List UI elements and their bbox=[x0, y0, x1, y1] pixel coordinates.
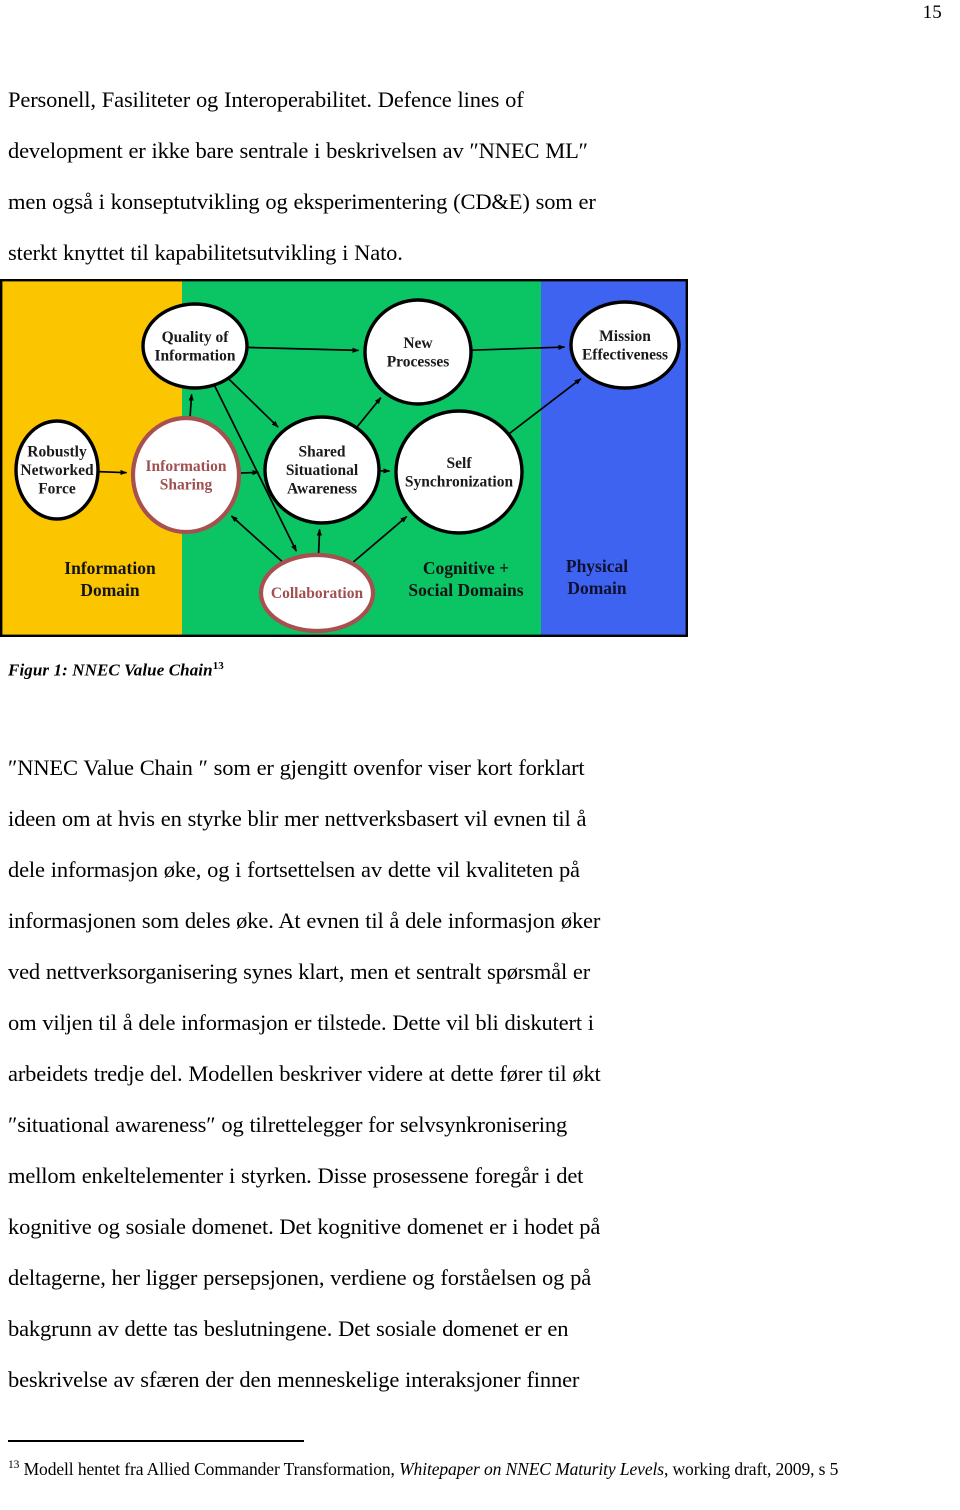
domain-label-line: Physical bbox=[566, 556, 628, 576]
paragraph-line: ″NNEC Value Chain ″ som er gjengitt oven… bbox=[8, 755, 585, 780]
paragraph-line: deltagerne, her ligger persepsjonen, ver… bbox=[8, 1265, 592, 1290]
paragraph-line: arbeidets tredje del. Modellen beskriver… bbox=[8, 1061, 601, 1086]
figure-caption: Figur 1: NNEC Value Chain13 bbox=[8, 660, 224, 681]
node-label-line: Self bbox=[447, 455, 473, 472]
node-label-line: Networked bbox=[20, 462, 94, 479]
top-paragraph: Personell, Fasiliteter og Interoperabili… bbox=[8, 74, 748, 278]
body-paragraph: ″NNEC Value Chain ″ som er gjengitt oven… bbox=[8, 742, 748, 1405]
node-information-sharing[interactable]: InformationSharing bbox=[130, 415, 242, 535]
paragraph-line: ″situational awareness″ og tilrettelegge… bbox=[8, 1112, 568, 1137]
node-ellipse bbox=[130, 415, 242, 535]
paragraph-line: sterkt knyttet til kapabilitetsutvikling… bbox=[8, 240, 403, 265]
footnote-separator bbox=[8, 1440, 304, 1442]
nnec-value-chain-figure: Information Domain Cognitive + Social Domai… bbox=[0, 279, 688, 637]
edge-collaboration-to-shared-situational-awareness bbox=[316, 528, 322, 556]
document-page: 15 Personell, Fasiliteter og Interoperab… bbox=[0, 0, 960, 1510]
edge-robustly-networked-force-to-information-sharing bbox=[97, 469, 128, 476]
paragraph-line: ideen om at hvis en styrke blir mer nett… bbox=[8, 806, 587, 831]
edge-information-sharing-to-shared-situational-awareness bbox=[238, 469, 260, 476]
domain-label-line: Cognitive + bbox=[423, 558, 509, 578]
paragraph-line: ved nettverksorganisering synes klart, m… bbox=[8, 959, 591, 984]
paragraph-line: development er ikke bare sentrale i besk… bbox=[8, 138, 588, 163]
node-label-line: Synchronization bbox=[405, 473, 514, 490]
figure-caption-footnote-marker: 13 bbox=[212, 660, 224, 672]
footnote-marker: 13 bbox=[8, 1459, 20, 1471]
paragraph-line: Personell, Fasiliteter og Interoperabili… bbox=[8, 87, 524, 112]
node-label-line: Mission bbox=[599, 328, 651, 345]
node-collaboration[interactable]: Collaboration bbox=[258, 552, 376, 634]
node-quality-of-information[interactable]: Quality ofInformation bbox=[141, 302, 249, 390]
node-label-line: Shared bbox=[298, 444, 345, 461]
node-label-line: Quality of bbox=[162, 329, 230, 346]
footnote-text-before: Modell hentet fra Allied Commander Trans… bbox=[19, 1458, 400, 1479]
domain-label-line: Domain bbox=[80, 580, 140, 600]
node-robustly-networked-force[interactable]: RobustlyNetworked Force bbox=[14, 419, 100, 521]
paragraph-line: men også i konseptutvikling og eksperime… bbox=[8, 189, 596, 214]
node-label-line: Collaboration bbox=[271, 585, 364, 602]
paragraph-line: kognitive og sosiale domenet. Det kognit… bbox=[8, 1214, 601, 1239]
paragraph-line: informasjonen som deles øke. At evnen ti… bbox=[8, 908, 601, 933]
node-mission-effectiveness[interactable]: MissionEffectiveness bbox=[569, 300, 681, 390]
node-ellipse bbox=[363, 298, 473, 406]
node-label-line: Information bbox=[146, 458, 227, 475]
node-label-line: Robustly bbox=[27, 444, 87, 461]
footnote-italic-title: Whitepaper on NNEC Maturity Levels bbox=[399, 1458, 664, 1479]
node-label-line: Information bbox=[155, 347, 236, 364]
figure-caption-label: Figur 1: bbox=[8, 660, 68, 680]
footnote-text-after: , working draft, 2009, s 5 bbox=[663, 1458, 839, 1479]
paragraph-line: om viljen til å dele informasjon er tils… bbox=[8, 1010, 594, 1035]
nnec-value-chain-diagram: InformationDomainCognitive +Social Domai… bbox=[0, 279, 688, 637]
node-ellipse bbox=[141, 302, 249, 390]
node-label-line: Force bbox=[38, 481, 76, 498]
node-ellipse bbox=[394, 409, 524, 535]
footnote: 13 Modell hentet fra Allied Commander Tr… bbox=[8, 1452, 948, 1482]
figure-caption-title: NNEC Value Chain bbox=[72, 660, 213, 680]
node-label-line: Processes bbox=[387, 353, 450, 370]
node-label-line: Awareness bbox=[287, 481, 357, 498]
paragraph-line: bakgrunn av dette tas beslutningene. Det… bbox=[8, 1316, 569, 1341]
paragraph-line: dele informasjon øke, og i fortsettelsen… bbox=[8, 857, 580, 882]
domain-label-line: Domain bbox=[567, 578, 627, 598]
page-number: 15 bbox=[922, 2, 942, 23]
node-label-line: Sharing bbox=[160, 476, 213, 493]
paragraph-line: beskrivelse av sfæren der den menneskeli… bbox=[8, 1367, 580, 1392]
node-self-synchronization[interactable]: SelfSynchronization bbox=[394, 409, 524, 535]
domain-label-line: Social Domains bbox=[408, 580, 523, 600]
node-new-processes[interactable]: NewProcesses bbox=[363, 298, 473, 406]
node-label-line: Situational bbox=[286, 462, 359, 479]
paragraph-line: mellom enkeltelementer i styrken. Disse … bbox=[8, 1163, 584, 1188]
node-label-line: New bbox=[403, 335, 433, 352]
domain-label-line: Information bbox=[64, 558, 156, 578]
node-shared-situational-awareness[interactable]: SharedSituational Awareness bbox=[263, 415, 381, 525]
node-label-line: Effectiveness bbox=[582, 346, 668, 363]
node-ellipse bbox=[569, 300, 681, 390]
